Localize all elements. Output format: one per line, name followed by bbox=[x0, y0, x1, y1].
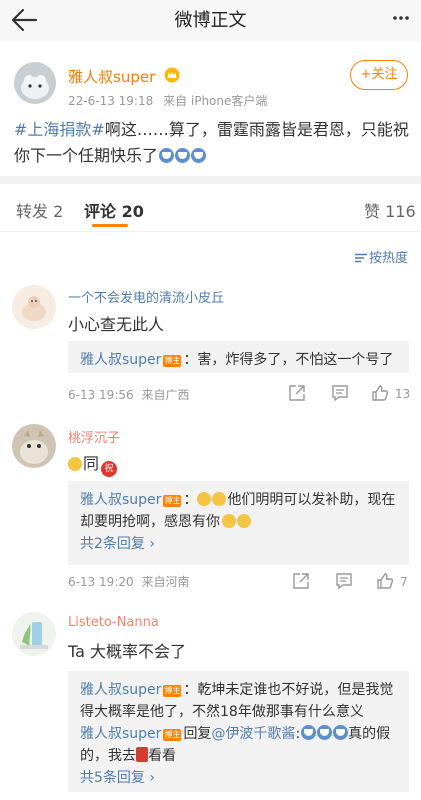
smile-emoji-icon bbox=[212, 492, 227, 506]
commenter-avatar[interactable] bbox=[12, 424, 56, 468]
doge-emoji-icon bbox=[175, 148, 191, 163]
like-count: 7 bbox=[400, 575, 408, 589]
doge-emoji-icon bbox=[301, 725, 317, 740]
author-badge: 博主 bbox=[163, 729, 182, 741]
sort-label: 按热度 bbox=[368, 251, 408, 266]
reply-user[interactable]: 雅人叔super bbox=[80, 682, 161, 698]
author-name[interactable]: 雅人叔super bbox=[68, 66, 155, 87]
comment-meta: 6-13 19:56 来自广西 bbox=[68, 386, 189, 403]
comment-time: 6-13 19:56 bbox=[68, 388, 134, 402]
smile-emoji-icon bbox=[197, 492, 212, 506]
like-count: 13 bbox=[395, 387, 411, 401]
commenter-avatar[interactable] bbox=[12, 612, 56, 656]
tab-likes[interactable]: 赞 116 bbox=[364, 198, 416, 222]
tab-reposts[interactable]: 转发 2 bbox=[16, 198, 63, 222]
page-title: 微博正文 bbox=[174, 10, 247, 31]
section-divider bbox=[0, 176, 421, 184]
comment-text: 同祝 bbox=[68, 450, 118, 477]
tab-divider bbox=[0, 231, 421, 232]
commenter-name[interactable]: 一个不会发电的清流小皮丘 bbox=[68, 287, 224, 306]
commenter-name[interactable]: Listeto-Nanna bbox=[68, 615, 159, 630]
author-badge: 博主 bbox=[163, 495, 182, 507]
more-replies-link[interactable]: 共2条回复 › bbox=[80, 533, 397, 555]
doge-emoji-icon bbox=[159, 148, 175, 163]
comment-text: 小心查无此人 bbox=[68, 315, 165, 334]
reply-item: 雅人叔super 博主 ：乾坤未定谁也不好说，但是我觉得大概率是他了，不然18年做那… bbox=[80, 679, 397, 723]
active-tab-indicator bbox=[92, 224, 128, 227]
vip-crown-icon bbox=[164, 67, 180, 83]
comment-text: Ta 大概率不会了 bbox=[68, 642, 187, 661]
more-options-icon[interactable] bbox=[391, 8, 411, 28]
doge-emoji-icon bbox=[191, 148, 207, 163]
author-avatar[interactable] bbox=[14, 62, 56, 104]
like-icon[interactable] bbox=[371, 384, 389, 402]
top-bar: 微博正文 bbox=[0, 0, 421, 42]
reply-prefix: 回复 bbox=[183, 726, 212, 742]
share-icon[interactable] bbox=[292, 572, 310, 590]
sort-button[interactable]: 按热度 bbox=[354, 247, 408, 266]
reply-user[interactable]: 雅人叔super bbox=[80, 726, 161, 742]
like-icon[interactable] bbox=[376, 572, 394, 590]
smile-emoji-icon bbox=[222, 514, 236, 528]
emoji-icon bbox=[68, 457, 82, 471]
post-source: 来自 iPhone客户端 bbox=[163, 94, 268, 108]
comment-icon[interactable] bbox=[335, 572, 353, 590]
comment-time: 6-13 19:20 bbox=[68, 575, 134, 589]
sort-icon bbox=[354, 253, 367, 263]
follow-button[interactable]: +关注 bbox=[350, 60, 408, 90]
blessing-emoji-icon: 祝 bbox=[101, 461, 118, 477]
mention-link[interactable]: @伊波千歌酱 bbox=[211, 726, 295, 742]
post-meta: 22-6-13 19:18 来自 iPhone客户端 bbox=[68, 92, 267, 109]
tab-comments[interactable]: 评论 20 bbox=[84, 198, 144, 222]
doge-emoji-icon bbox=[317, 725, 333, 740]
reply-user[interactable]: 雅人叔super bbox=[80, 352, 161, 368]
comment-text-content: 同 bbox=[83, 454, 100, 473]
comment-icon[interactable] bbox=[331, 384, 349, 402]
reply-box[interactable]: 雅人叔super 博主：他们明明可以发补助，现在却要明抢啊，感恩有你 共2条回复 … bbox=[68, 481, 409, 565]
more-replies-link[interactable]: 共5条回复 › bbox=[80, 767, 397, 789]
comment-location: 来自广西 bbox=[141, 388, 190, 402]
author-badge: 博主 bbox=[163, 685, 182, 697]
commenter-avatar[interactable] bbox=[12, 285, 56, 329]
topic-link[interactable]: #上海捐款# bbox=[14, 120, 105, 139]
post-time: 22-6-13 19:18 bbox=[68, 94, 154, 108]
comment-location: 来自河南 bbox=[141, 575, 190, 589]
post-text: #上海捐款#啊这……算了，雷霆雨露皆是君恩，只能祝你下一个任期快乐了 bbox=[14, 117, 410, 169]
doge-emoji-icon bbox=[333, 725, 349, 740]
reply-box[interactable]: 雅人叔super 博主 ：害，炸得多了，不怕这一个号了 bbox=[68, 341, 409, 373]
reply-user[interactable]: 雅人叔super bbox=[80, 492, 161, 508]
comment-meta: 6-13 19:20 来自河南 bbox=[68, 573, 189, 590]
share-icon[interactable] bbox=[288, 384, 306, 402]
reply-item: 雅人叔super 博主 回复@伊波千歌酱: 真的假的，我去 看看 bbox=[80, 725, 391, 764]
author-badge: 博主 bbox=[163, 355, 182, 367]
sticker-icon bbox=[136, 747, 148, 762]
reply-text-end: 看看 bbox=[148, 748, 176, 764]
reply-text: ：害，炸得多了，不怕这一个号了 bbox=[183, 352, 394, 368]
reply-box[interactable]: 雅人叔super 博主 ：乾坤未定谁也不好说，但是我觉得大概率是他了，不然18年做那… bbox=[68, 671, 409, 792]
smile-emoji-icon bbox=[237, 514, 251, 528]
commenter-name[interactable]: 桃浮沉子 bbox=[68, 427, 120, 446]
